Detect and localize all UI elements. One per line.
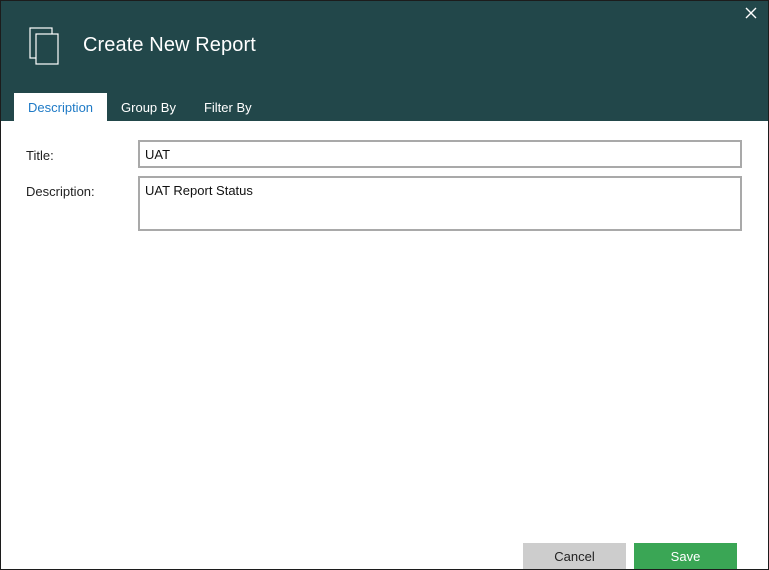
document-stack-icon: [29, 27, 63, 67]
close-icon[interactable]: [742, 4, 760, 22]
tab-bar: Description Group By Filter By: [14, 93, 266, 122]
dialog-title: Create New Report: [83, 34, 256, 56]
dialog-header: Create New Report Description Group By F…: [1, 1, 768, 122]
cancel-button[interactable]: Cancel: [523, 543, 626, 569]
save-button[interactable]: Save: [634, 543, 737, 569]
description-field[interactable]: UAT Report Status: [138, 176, 742, 231]
description-label: Description:: [26, 184, 95, 199]
create-report-dialog: Create New Report Description Group By F…: [0, 0, 769, 570]
tab-filter-by[interactable]: Filter By: [190, 93, 266, 122]
tab-group-by[interactable]: Group By: [107, 93, 190, 122]
title-field[interactable]: UAT: [138, 140, 742, 168]
title-label: Title:: [26, 148, 54, 163]
tab-description[interactable]: Description: [14, 93, 108, 122]
